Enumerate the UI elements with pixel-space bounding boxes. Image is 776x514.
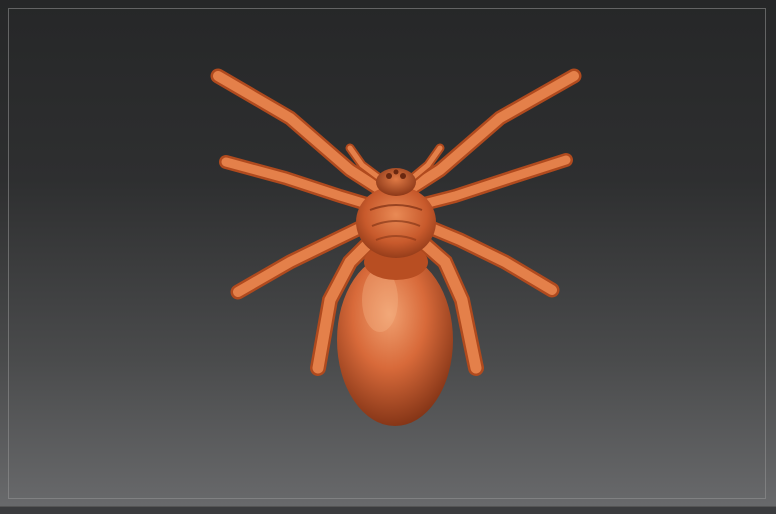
3d-viewport[interactable] (0, 0, 776, 514)
spider-eye-left (386, 173, 392, 179)
spider-model[interactable] (0, 0, 776, 514)
spider-eye-right (400, 173, 406, 179)
status-bar (0, 506, 776, 514)
